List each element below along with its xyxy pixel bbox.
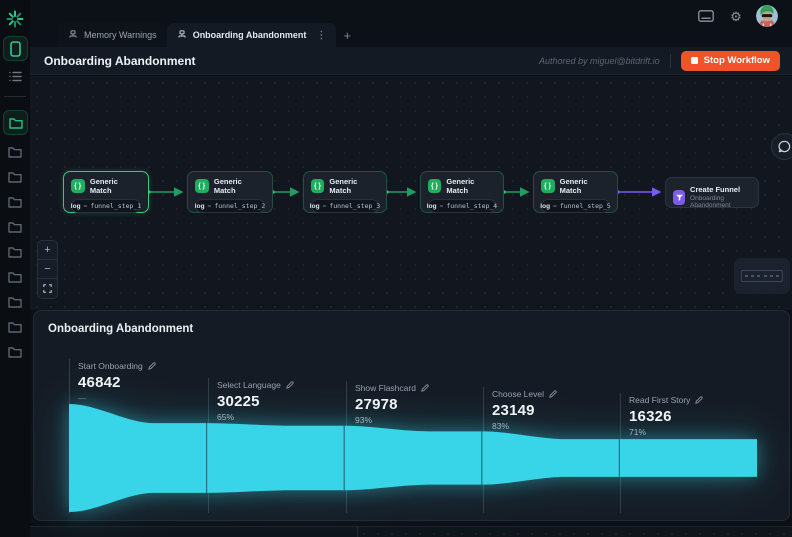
stop-workflow-button[interactable]: Stop Workflow [680, 50, 780, 71]
next-section-left [30, 527, 357, 537]
node-create-funnel[interactable]: Create Funnel Onboarding Abandonment [665, 177, 759, 209]
funnel-results-panel: Onboarding Abandonment Start Onboarding … [33, 310, 790, 521]
tab-onboarding-abandonment[interactable]: Onboarding Abandonment ⋮ [166, 23, 337, 47]
funnel-step-start-onboarding: Start Onboarding 46842 — [78, 361, 156, 403]
step-conversion: — [78, 393, 87, 403]
node-title: Create Funnel [690, 185, 741, 194]
folder-icon[interactable] [8, 221, 22, 233]
funnel-title: Onboarding Abandonment [48, 323, 194, 335]
bitdrift-logo-icon[interactable] [3, 7, 27, 31]
braces-icon: { } [428, 179, 442, 193]
folder-icon[interactable] [8, 321, 22, 333]
node-title: Generic Match [329, 177, 358, 195]
tab-menu-icon[interactable]: ⋮ [316, 30, 326, 41]
node-condition: log = funnel_step_4 [427, 199, 497, 213]
folder-icon[interactable] [8, 296, 22, 308]
node-title: Generic Match [446, 177, 475, 195]
folder-icon[interactable] [8, 146, 22, 158]
next-section-canvas [357, 527, 792, 537]
node-condition: log = funnel_step_1 [71, 199, 141, 213]
top-bar: Memory Warnings Onboarding Abandonment ⋮… [30, 0, 792, 47]
tab-memory-warnings[interactable]: Memory Warnings [58, 23, 167, 47]
folder-icon[interactable] [8, 196, 22, 208]
funnel-step-choose-level: Choose Level 23149 83% [492, 389, 557, 431]
funnel-icon [673, 189, 686, 205]
user-avatar[interactable] [756, 5, 778, 27]
folder-icon[interactable] [8, 346, 22, 358]
edit-pencil-icon[interactable] [421, 384, 429, 392]
edit-pencil-icon[interactable] [147, 362, 156, 370]
node-generic-match-5[interactable]: { } Generic Match log = funnel_step_5 [533, 171, 618, 213]
step-conversion: 93% [355, 415, 373, 425]
canvas-zoom-controls: + − [37, 240, 58, 299]
node-condition: log = funnel_step_3 [310, 199, 380, 213]
next-section-divider [357, 527, 358, 537]
step-value: 27978 [355, 396, 398, 413]
braces-icon: { } [311, 179, 325, 193]
node-title: Generic Match [213, 177, 242, 195]
edit-pencil-icon[interactable] [695, 396, 704, 404]
stop-icon [690, 57, 698, 64]
device-nav-icon[interactable] [3, 36, 28, 61]
step-conversion: 71% [629, 427, 647, 437]
zoom-in-button[interactable]: + [38, 241, 57, 260]
header-separator [669, 53, 671, 68]
workflow-tab-icon [178, 30, 186, 38]
workflow-canvas[interactable]: { } Generic Match log = funnel_step_1 { } Ge… [30, 76, 792, 310]
braces-icon: { } [541, 179, 555, 193]
speech-bubble-icon [778, 140, 791, 153]
fit-view-button[interactable] [38, 279, 57, 298]
folder-icon[interactable] [8, 246, 22, 258]
node-condition: log = funnel_step_2 [195, 199, 265, 213]
rail-divider [4, 96, 26, 97]
step-conversion: 65% [217, 412, 235, 422]
tab-label: Memory Warnings [84, 30, 157, 40]
node-title: Generic Match [559, 177, 588, 195]
folder-icon-active[interactable] [3, 110, 28, 135]
folder-icon[interactable] [8, 271, 22, 283]
left-rail [0, 0, 30, 537]
node-generic-match-3[interactable]: { } Generic Match log = funnel_step_3 [303, 171, 387, 213]
node-title: Generic Match [89, 177, 118, 195]
workflow-tab-icon [69, 30, 77, 38]
node-generic-match-1[interactable]: { } Generic Match log = funnel_step_1 [63, 171, 149, 213]
chat-help-button[interactable] [771, 133, 792, 160]
zoom-out-button[interactable]: − [38, 260, 57, 279]
funnel-step-read-first-story: Read First Story 16326 71% [629, 395, 704, 437]
step-conversion: 83% [492, 421, 510, 431]
step-value: 16326 [629, 408, 672, 425]
list-nav-icon[interactable] [3, 64, 28, 89]
node-generic-match-4[interactable]: { } Generic Match log = funnel_step_4 [420, 171, 504, 213]
tab-label: Onboarding Abandonment [192, 30, 307, 40]
new-tab-button[interactable]: + [336, 23, 358, 47]
step-value: 30225 [217, 393, 260, 410]
edit-pencil-icon[interactable] [549, 390, 557, 398]
node-subtitle: Onboarding Abandonment [690, 195, 731, 209]
braces-icon: { } [195, 179, 209, 193]
canvas-minimap[interactable] [734, 258, 790, 294]
minimap-viewport [741, 270, 783, 282]
edit-pencil-icon[interactable] [286, 381, 294, 389]
authored-by-text: Authored by miguel@bitdrift.io [538, 55, 660, 66]
node-generic-match-2[interactable]: { } Generic Match log = funnel_step_2 [187, 171, 273, 213]
funnel-step-show-flashcard: Show Flashcard 27978 93% [355, 383, 429, 425]
workflow-header: Onboarding Abandonment Authored by migue… [30, 47, 792, 75]
keyboard-icon[interactable] [696, 6, 716, 26]
step-value: 46842 [78, 374, 121, 391]
workflow-title: Onboarding Abandonment [44, 53, 196, 68]
funnel-step-select-language: Select Language 30225 65% [217, 380, 294, 422]
tab-strip: Memory Warnings Onboarding Abandonment ⋮… [58, 22, 358, 47]
settings-gear-icon[interactable]: ⚙ [726, 6, 746, 26]
braces-icon: { } [71, 179, 85, 193]
node-condition: log = funnel_step_5 [540, 199, 611, 213]
topbar-actions: ⚙ [696, 5, 778, 27]
step-value: 23149 [492, 402, 535, 419]
bitdrift-app: Memory Warnings Onboarding Abandonment ⋮… [0, 0, 792, 537]
folder-icon[interactable] [8, 171, 22, 183]
stop-label: Stop Workflow [703, 55, 770, 66]
